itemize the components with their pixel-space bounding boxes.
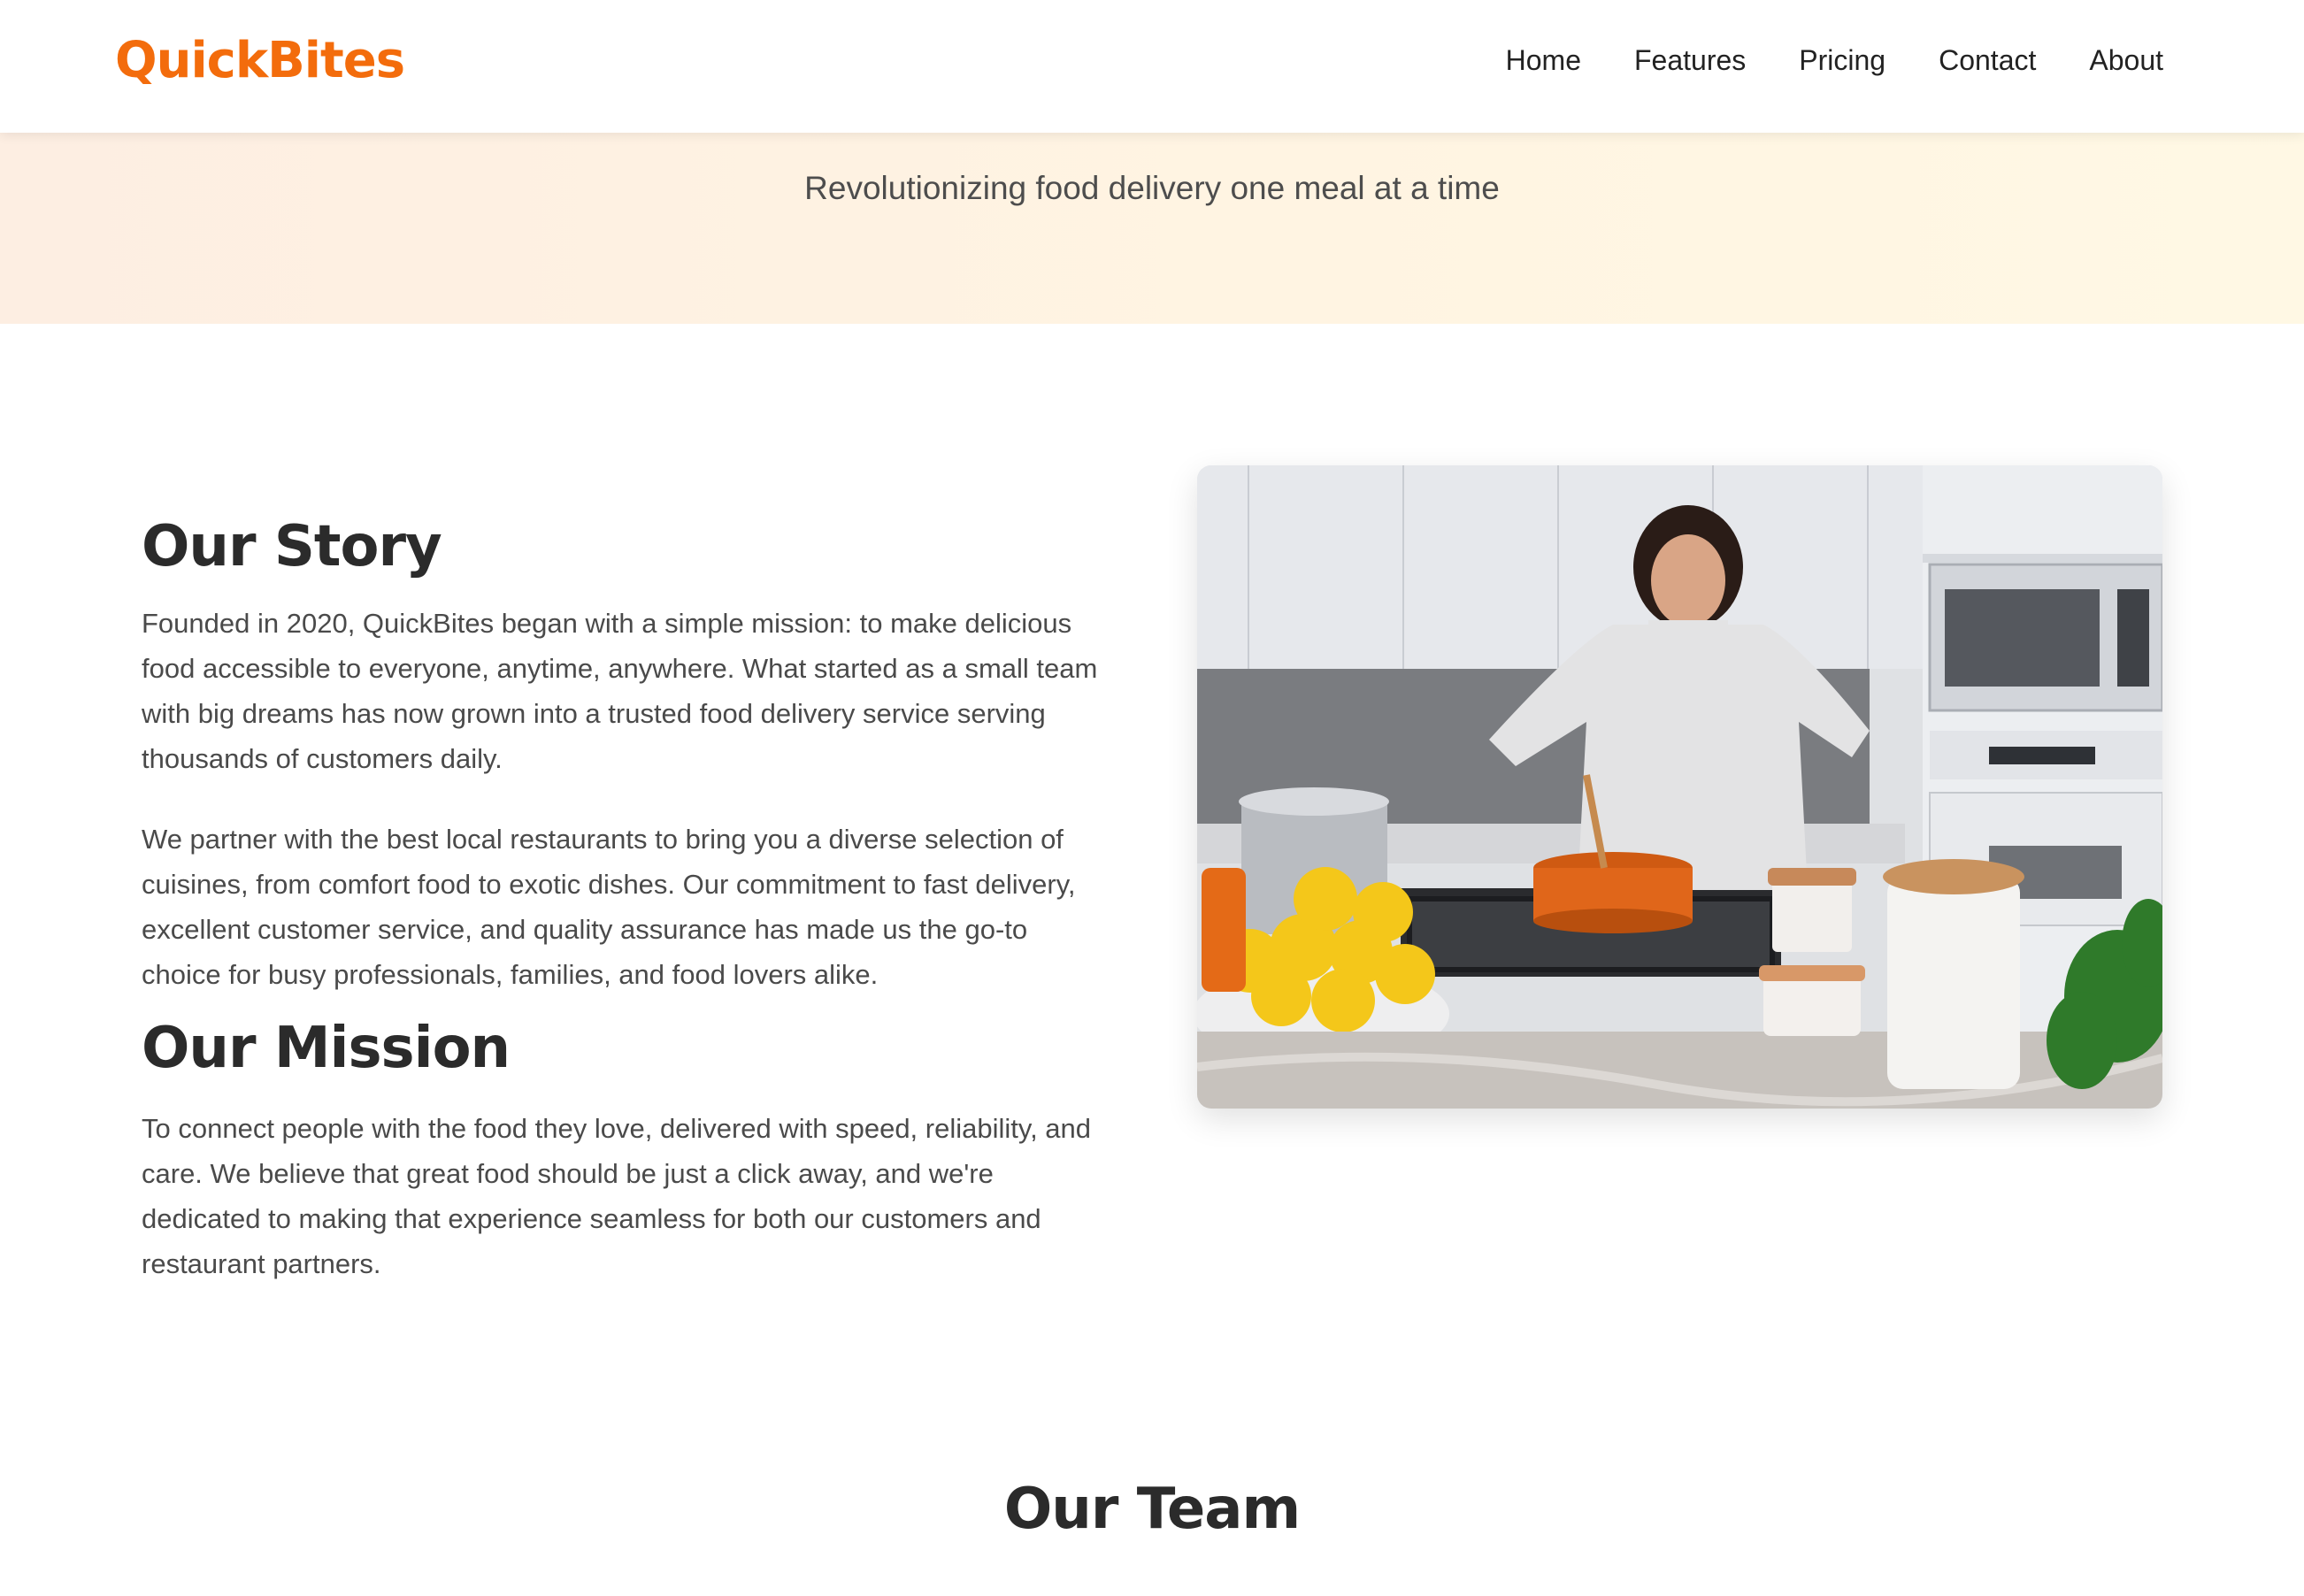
main-nav: Home Features Pricing Contact About xyxy=(1506,44,2163,77)
kitchen-photo xyxy=(1197,465,2162,1109)
nav-item-home[interactable]: Home xyxy=(1506,44,1581,77)
team-heading: Our Team xyxy=(1003,1477,1301,1542)
nav-item-contact[interactable]: Contact xyxy=(1939,44,2036,77)
story-paragraph-1: Founded in 2020, QuickBites began with a… xyxy=(142,607,1098,774)
about-text-column: Our Story Founded in 2020, QuickBites be… xyxy=(142,513,1106,1286)
hero-tagline: Revolutionizing food delivery one meal a… xyxy=(804,170,1500,206)
nav-item-pricing[interactable]: Pricing xyxy=(1799,44,1885,77)
navbar: QuickBites Home Features Pricing Contact… xyxy=(0,0,2304,133)
hero-banner: Revolutionizing food delivery one meal a… xyxy=(0,133,2304,324)
story-paragraph-2: We partner with the best local restauran… xyxy=(142,823,1076,990)
mission-heading: Our Mission xyxy=(142,1015,511,1081)
kitchen-illustration xyxy=(1197,465,2162,1109)
mission-paragraph: To connect people with the food they lov… xyxy=(142,1112,1092,1279)
story-heading: Our Story xyxy=(142,514,442,579)
nav-item-about[interactable]: About xyxy=(2089,44,2163,77)
nav-item-features[interactable]: Features xyxy=(1634,44,1746,77)
brand-logo[interactable]: QuickBites xyxy=(115,32,405,89)
